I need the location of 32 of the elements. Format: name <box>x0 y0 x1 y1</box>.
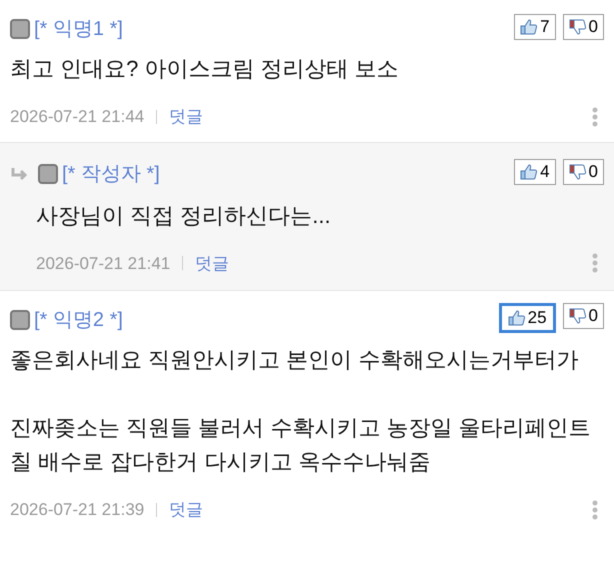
thumbs-up-icon <box>520 19 538 35</box>
comment-text: 최고 인대요? 아이스크림 정리상태 보소 <box>10 55 400 83</box>
like-button[interactable]: 7 <box>514 14 556 40</box>
dislike-button[interactable]: 0 <box>562 158 604 184</box>
thumbs-down-icon <box>568 19 587 35</box>
reply-link[interactable]: 덧글 <box>169 104 204 130</box>
comment-date: 2026-07-21 21:41 <box>36 252 170 274</box>
comment-text: 진짜좆소는 직원들 불러서 수확시키고 농장일 울타리페인트칠 배수로 잡다한거 다시키고 옥수수나눠줌 <box>10 414 592 476</box>
more-options-icon[interactable] <box>592 106 598 127</box>
thumbs-down-icon <box>568 164 587 180</box>
comment-date: 2026-07-21 21:44 <box>10 106 144 128</box>
thumbs-up-icon <box>508 310 526 326</box>
author-name[interactable]: [* 작성자 *] <box>62 158 160 188</box>
more-options-icon[interactable] <box>592 500 598 520</box>
more-options-icon[interactable] <box>592 253 598 274</box>
reply-link[interactable]: 덧글 <box>195 250 230 276</box>
reply-arrow-icon <box>10 166 30 180</box>
like-button[interactable]: 25 <box>498 303 556 333</box>
dislike-button[interactable]: 0 <box>562 303 604 329</box>
thumbs-down-icon <box>568 308 587 324</box>
author-name[interactable]: [* 익명2 *] <box>34 305 123 335</box>
reply-link[interactable]: 덧글 <box>169 497 204 522</box>
comment-text: 좋은회사네요 직원안시키고 본인이 수확해오시는거부터가 <box>10 346 580 374</box>
like-button[interactable]: 4 <box>514 158 556 184</box>
dislike-button[interactable]: 0 <box>562 14 604 40</box>
user-icon <box>10 19 30 39</box>
author-name[interactable]: [* 익명1 *] <box>34 14 123 44</box>
thumbs-up-icon <box>520 164 538 180</box>
user-icon <box>38 164 58 184</box>
comment-date: 2026-07-21 21:39 <box>10 499 144 521</box>
user-icon <box>10 310 30 330</box>
comment-text: 사장님이 직접 정리하신다는... <box>36 202 332 230</box>
